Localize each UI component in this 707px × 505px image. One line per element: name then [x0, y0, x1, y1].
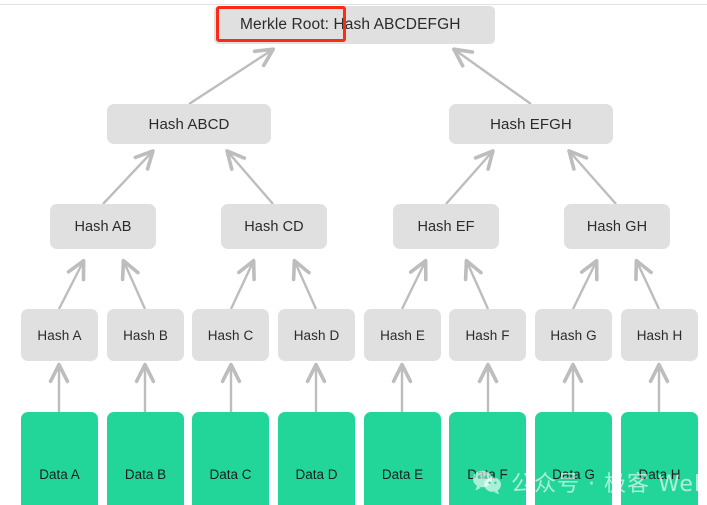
- node-hash-gh[interactable]: Hash GH: [564, 204, 670, 249]
- node-hash-g[interactable]: Hash G: [535, 309, 612, 361]
- node-hash-cd[interactable]: Hash CD: [221, 204, 327, 249]
- data-block-e[interactable]: Data E: [364, 412, 441, 505]
- wechat-icon: [472, 470, 501, 495]
- node-hash-abcd[interactable]: Hash ABCD: [107, 104, 271, 144]
- node-label: Hash D: [293, 327, 340, 343]
- data-block-d[interactable]: Data D: [278, 412, 355, 505]
- node-hash-d[interactable]: Hash D: [278, 309, 355, 361]
- node-label: Hash CD: [244, 218, 304, 235]
- data-block-label: Data B: [124, 467, 167, 482]
- data-block-label: Data C: [209, 467, 252, 482]
- node-label: Hash B: [123, 327, 168, 343]
- data-block-c[interactable]: Data C: [192, 412, 269, 505]
- top-divider: [0, 4, 707, 5]
- data-block-b[interactable]: Data B: [107, 412, 184, 505]
- node-label: Hash EF: [417, 218, 475, 235]
- node-hash-efgh[interactable]: Hash EFGH: [449, 104, 613, 144]
- node-hash-e[interactable]: Hash E: [364, 309, 441, 361]
- node-label: Hash EFGH: [490, 115, 572, 133]
- data-block-label: Data D: [295, 467, 338, 482]
- merkle-root-highlight-box: [216, 6, 346, 42]
- node-label: Hash H: [636, 327, 683, 343]
- node-hash-ab[interactable]: Hash AB: [50, 204, 156, 249]
- node-hash-c[interactable]: Hash C: [192, 309, 269, 361]
- node-label: Hash E: [380, 327, 425, 343]
- node-hash-ef[interactable]: Hash EF: [393, 204, 499, 249]
- data-block-label: Data A: [39, 467, 80, 482]
- node-label: Hash F: [465, 327, 510, 343]
- merkle-tree-diagram: Merkle Root: Hash ABCDEFGH Hash ABCD Has…: [0, 0, 707, 505]
- watermark-text: 公众号 · 极客 Web3: [511, 472, 707, 497]
- data-block-a[interactable]: Data A: [21, 412, 98, 505]
- node-label: Hash ABCD: [148, 115, 230, 133]
- watermark: 公众号 · 极客 Web3: [472, 466, 707, 498]
- node-hash-h[interactable]: Hash H: [621, 309, 698, 361]
- data-block-label: Data E: [381, 467, 424, 482]
- node-label: Hash C: [207, 327, 254, 343]
- node-label: Hash AB: [74, 218, 132, 235]
- node-hash-f[interactable]: Hash F: [449, 309, 526, 361]
- node-hash-a[interactable]: Hash A: [21, 309, 98, 361]
- node-label: Hash A: [37, 327, 82, 343]
- node-hash-b[interactable]: Hash B: [107, 309, 184, 361]
- node-label: Hash G: [550, 327, 597, 343]
- node-label: Hash GH: [586, 218, 648, 235]
